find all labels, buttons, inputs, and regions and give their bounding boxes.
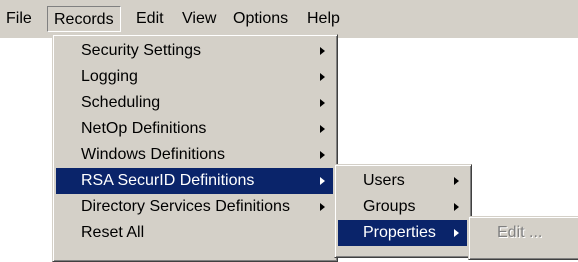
- menu-help[interactable]: Help: [301, 6, 346, 32]
- menu-item-security-settings[interactable]: Security Settings: [56, 38, 333, 64]
- menu-edit[interactable]: Edit: [130, 6, 170, 32]
- submenu-arrow-icon: [454, 229, 459, 237]
- menu-item-label: Groups: [363, 198, 416, 215]
- submenu-arrow-icon: [320, 151, 325, 159]
- submenu-arrow-icon: [454, 203, 459, 211]
- menu-bar: File Records Edit View Options Help: [0, 0, 578, 38]
- menu-item-label: Security Settings: [81, 42, 202, 59]
- menu-item-scheduling[interactable]: Scheduling: [56, 90, 333, 116]
- menu-item-label: Edit ...: [497, 224, 543, 241]
- submenu-arrow-icon: [320, 47, 325, 55]
- submenu-arrow-icon: [320, 73, 325, 81]
- menu-view[interactable]: View: [176, 6, 222, 32]
- menu-item-label: Users: [363, 172, 405, 189]
- menu-item-logging[interactable]: Logging: [56, 64, 333, 90]
- menu-options[interactable]: Options: [227, 6, 294, 32]
- menu-item-netop-definitions[interactable]: NetOp Definitions: [56, 116, 333, 142]
- menu-item-label: Windows Definitions: [81, 146, 226, 163]
- menu-item-label: Properties: [363, 224, 436, 241]
- submenu-arrow-icon: [320, 203, 325, 211]
- records-menu: Security Settings Logging Scheduling Net…: [52, 34, 338, 262]
- submenu-arrow-icon: [320, 177, 325, 185]
- submenu-arrow-icon: [454, 177, 459, 185]
- menu-item-label: RSA SecurID Definitions: [81, 172, 255, 189]
- rsa-submenu: Users Groups Properties: [334, 164, 472, 258]
- menu-file[interactable]: File: [0, 6, 38, 32]
- menu-item-label: Directory Services Definitions: [81, 198, 290, 215]
- submenu-arrow-icon: [320, 125, 325, 133]
- menu-item-rsa-securid-definitions[interactable]: RSA SecurID Definitions: [56, 168, 333, 194]
- menu-item-label: Logging: [81, 68, 138, 85]
- menu-item-users[interactable]: Users: [338, 168, 467, 194]
- menu-item-label: Scheduling: [81, 94, 161, 111]
- submenu-arrow-icon: [320, 99, 325, 107]
- menu-item-groups[interactable]: Groups: [338, 194, 467, 220]
- menu-item-edit[interactable]: Edit ...: [472, 220, 575, 246]
- menu-item-directory-services-definitions[interactable]: Directory Services Definitions: [56, 194, 333, 220]
- properties-submenu: Edit ...: [468, 216, 578, 260]
- menu-item-reset-all[interactable]: Reset All: [56, 220, 333, 246]
- menu-item-windows-definitions[interactable]: Windows Definitions: [56, 142, 333, 168]
- menu-item-label: NetOp Definitions: [81, 120, 207, 137]
- menu-records[interactable]: Records: [47, 6, 121, 32]
- menu-item-properties[interactable]: Properties: [338, 220, 467, 246]
- menu-item-label: Reset All: [81, 224, 145, 241]
